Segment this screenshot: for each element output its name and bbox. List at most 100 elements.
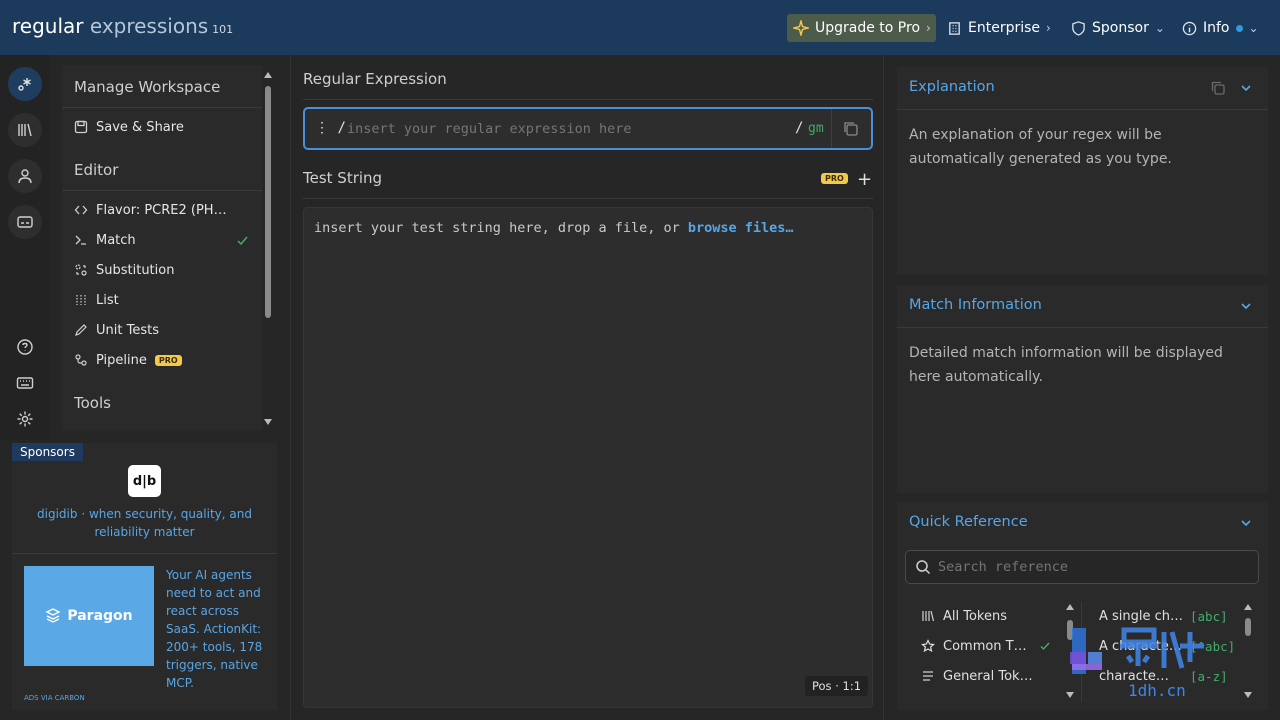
sidebar-item-pipeline[interactable]: Pipeline PRO [74,349,182,371]
match-information-panel: Match Information Detailed match informa… [897,285,1268,493]
chevron-down-icon: ⌄ [1154,21,1165,35]
panel-divider [897,327,1268,328]
chevron-down-icon[interactable] [1239,516,1253,530]
chevron-down-icon[interactable] [1239,299,1253,313]
sidebar-menu: Manage Workspace Save & Share Editor Fla… [62,65,262,430]
digidib-link[interactable]: digidib · when security, quality, and re… [32,505,257,541]
quick-reference-title[interactable]: Quick Reference [909,514,1028,530]
explanation-title[interactable]: Explanation [909,79,995,95]
chevron-right-icon: › [1046,21,1051,35]
sidebar-scrollbar[interactable] [264,72,272,427]
test-string-area[interactable]: insert your test string here, drop a fil… [303,207,873,708]
logo-sub-text: expressions [89,14,209,38]
main-editor: Regular Expression ⋮ / / gm Test String … [290,55,884,720]
icon-rail [0,55,50,440]
ads-via-carbon-link[interactable]: ADS VIA CARBON [24,694,85,702]
category-general-tokens[interactable]: General Tok… [921,666,1033,686]
test-string-placeholder: insert your test string here, drop a fil… [314,220,794,236]
pro-badge: PRO [154,354,182,366]
test-string-title: Test String [303,169,383,187]
add-test-string-button[interactable]: + [857,169,872,190]
library-icon [922,610,935,622]
save-share-label: Save & Share [96,119,184,135]
upgrade-to-pro-button[interactable]: Upgrade to Pro › [787,14,936,42]
checkmark-icon [1040,642,1050,651]
digidib-logo[interactable]: d|b [128,465,161,497]
unit-tests-label: Unit Tests [96,322,159,338]
paragon-logo-icon [45,608,61,623]
sponsors-tab: Sponsors [12,443,83,461]
library-icon[interactable] [8,113,42,147]
enterprise-button[interactable]: Enterprise › [947,14,1051,42]
regex-flags[interactable]: gm [808,121,824,136]
cursor-position: Pos · 1:1 [805,676,869,696]
explanation-panel: Explanation An explanation of your regex… [897,67,1268,275]
help-icon[interactable] [14,336,36,358]
regex-input[interactable] [347,118,777,140]
save-icon [74,120,88,134]
sidebar-item-unit-tests[interactable]: Unit Tests [74,319,159,341]
sidebar-item-substitution[interactable]: Substitution [74,259,174,281]
list-label: List [96,292,119,308]
reference-search-box[interactable] [905,550,1259,584]
checkmark-icon [237,236,248,245]
paragon-ad-image[interactable]: Paragon [24,566,154,666]
sparkle-icon [793,20,809,36]
sidebar-divider [62,190,262,191]
code-brackets-icon [74,205,88,215]
copy-icon[interactable] [1209,79,1227,97]
card-icon[interactable] [8,205,42,239]
sidebar-item-save-share[interactable]: Save & Share [74,116,184,138]
heart-shield-icon [1072,20,1085,36]
manage-workspace-heading: Manage Workspace [74,78,221,96]
editor-heading: Editor [74,161,119,179]
watermark-text: 1dh.cn [1128,681,1186,700]
site-watermark-logo: 1dh.cn [1070,627,1204,700]
regex-section-title: Regular Expression [303,70,447,88]
paragon-name: Paragon [67,608,133,624]
user-icon[interactable] [8,159,42,193]
chevron-down-icon[interactable] [1239,81,1253,95]
logo-version: 101 [212,23,234,36]
regex-input-box: ⋮ / / gm [303,107,873,150]
sponsor-button[interactable]: Sponsor ⌄ [1071,14,1165,42]
explanation-text: An explanation of your regex will be aut… [909,127,1172,167]
category-label: All Tokens [943,608,1008,624]
category-common-tokens[interactable]: Common T… [921,636,1051,656]
section-divider [303,198,873,199]
app-logo[interactable]: regular expressions 101 [12,14,233,38]
pipeline-label: Pipeline [96,352,147,368]
panel-divider [897,109,1268,110]
sidebar-item-flavor[interactable]: Flavor: PCRE2 (PH… [74,199,227,221]
match-info-title[interactable]: Match Information [909,297,1042,313]
test-placeholder-text: insert your test string here, drop a fil… [314,220,680,236]
sidebar-item-list[interactable]: List [74,289,119,311]
section-divider [303,99,873,100]
copy-icon[interactable] [841,119,861,139]
notification-dot [1235,24,1243,32]
top-header: regular expressions 101 Upgrade to Pro › … [0,0,1280,55]
token-code: [abc] [1190,608,1228,624]
regex-delimiter-start[interactable]: ⋮ / [315,120,346,136]
keyboard-icon[interactable] [14,372,36,394]
category-all-tokens[interactable]: All Tokens [921,606,1007,626]
tools-heading: Tools [74,394,111,412]
reference-search-input[interactable] [938,557,1238,577]
sidebar-divider [62,107,262,108]
browse-files-link[interactable]: browse files… [688,220,794,236]
settings-gear-icon[interactable] [14,408,36,430]
drag-handle-icon[interactable]: ⋮ [315,120,329,136]
star-icon [921,639,935,653]
regex-editor-icon[interactable] [8,67,42,101]
upgrade-label: Upgrade to Pro [815,20,921,36]
paragon-ad-text[interactable]: Your AI agents need to act and react acr… [166,566,266,692]
building-icon [949,21,960,35]
token-row[interactable]: A single ch… [abc] [1099,606,1229,626]
pipeline-icon [75,354,87,366]
substitution-icon [75,264,87,276]
list-icon [76,295,86,305]
sidebar-item-match[interactable]: Match [74,229,250,251]
info-button[interactable]: Info ⌄ [1182,14,1259,42]
token-scrollbar[interactable] [1244,604,1252,700]
sponsor-divider [12,553,277,554]
